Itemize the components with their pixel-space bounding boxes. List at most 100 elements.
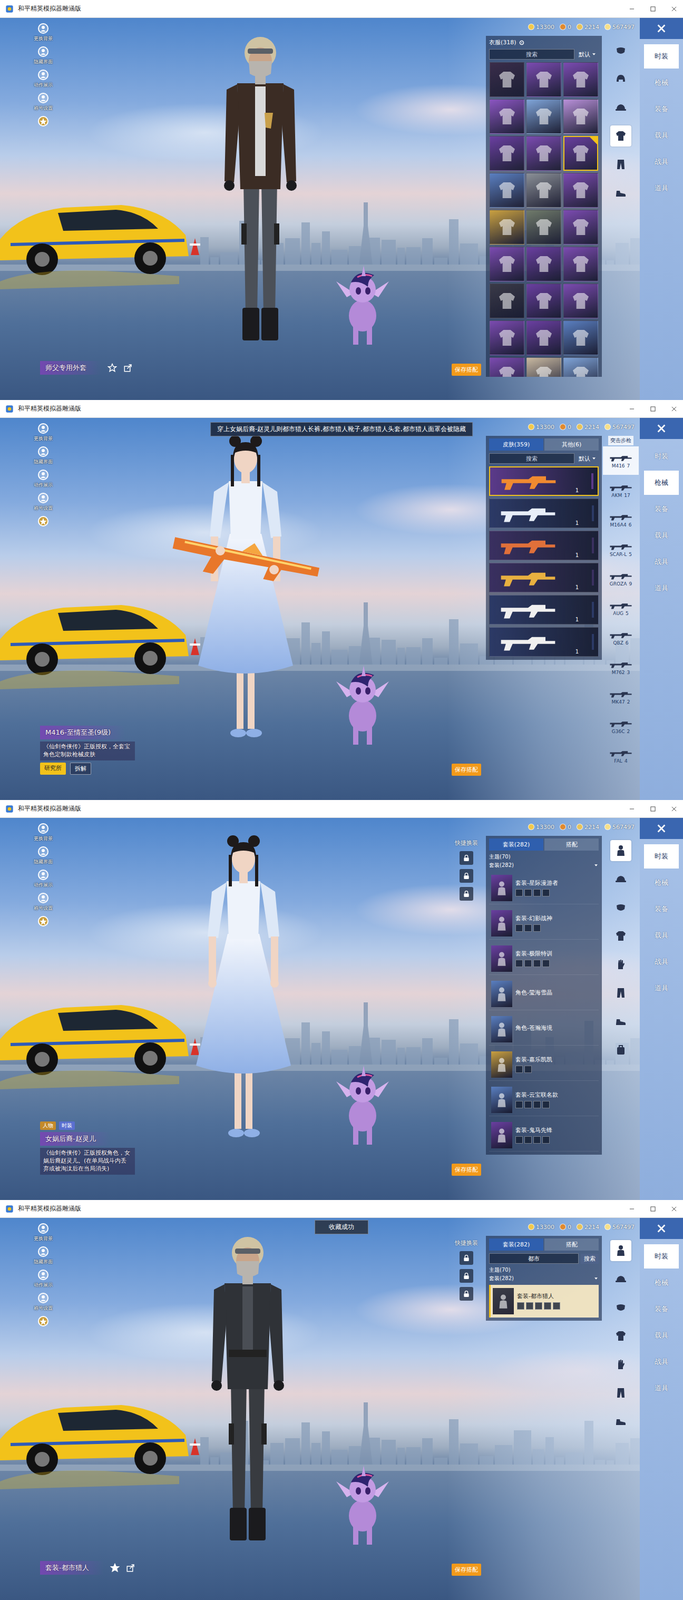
quick-change-slot[interactable] <box>459 851 474 865</box>
main-tab[interactable]: 战具 <box>644 1349 679 1374</box>
maximize-icon[interactable] <box>649 1205 657 1213</box>
list-tab[interactable]: 皮肤(359) <box>489 438 544 451</box>
left-menu-item[interactable]: 称号设置 <box>33 891 53 912</box>
item-tile[interactable] <box>526 62 562 97</box>
left-menu-item[interactable]: 更换背景 <box>33 822 53 843</box>
close-icon[interactable] <box>670 5 678 13</box>
maximize-icon[interactable] <box>649 5 657 13</box>
skin-row[interactable]: 1 <box>489 627 599 657</box>
item-tile[interactable] <box>563 209 599 245</box>
left-menu-item[interactable]: 动作展示 <box>33 468 53 489</box>
main-tab[interactable]: 装备 <box>644 96 679 122</box>
item-tile[interactable] <box>526 246 562 282</box>
left-menu-item[interactable]: 隐藏界面 <box>33 445 53 466</box>
list-tab[interactable]: 其他(6) <box>544 438 599 451</box>
badge-icon[interactable] <box>36 114 50 128</box>
star-icon[interactable] <box>107 363 117 373</box>
minimize-icon[interactable] <box>628 805 636 813</box>
weapon-item[interactable]: FAL4 <box>602 741 639 770</box>
outfit-row[interactable]: 套装-嘉乐凯凯 <box>489 1048 599 1081</box>
category-button[interactable] <box>610 1382 632 1404</box>
item-tile[interactable] <box>489 283 525 319</box>
main-tab[interactable]: 枪械 <box>644 70 679 95</box>
item-tile[interactable] <box>489 246 525 282</box>
weapon-item[interactable]: AKM17 <box>602 475 639 505</box>
outfit-row[interactable]: 套装-都市猎人 <box>489 1284 599 1318</box>
filter-row[interactable]: 主题(70) <box>489 1266 599 1274</box>
item-tile[interactable] <box>563 62 599 97</box>
share-icon[interactable] <box>123 363 133 373</box>
left-menu-item[interactable]: 称号设置 <box>33 91 53 112</box>
outfit-row[interactable]: 角色-苍瀚海境 <box>489 1012 599 1046</box>
skin-row[interactable]: 1 <box>489 594 599 625</box>
main-tab[interactable]: 道具 <box>644 176 679 201</box>
category-button[interactable] <box>610 1240 632 1262</box>
main-tab[interactable]: 枪械 <box>644 470 679 495</box>
left-menu-item[interactable]: 称号设置 <box>33 1291 53 1312</box>
weapon-item[interactable]: M4167 <box>602 446 639 475</box>
outfit-row[interactable]: 套装-鬼马先锋 <box>489 1118 599 1152</box>
main-tab[interactable]: 道具 <box>644 1376 679 1401</box>
category-button[interactable] <box>610 1039 632 1061</box>
left-menu-item[interactable]: 更换背景 <box>33 22 53 43</box>
left-menu-item[interactable]: 动作展示 <box>33 1268 53 1289</box>
save-button[interactable]: 保存搭配 <box>451 363 482 376</box>
item-tile[interactable] <box>489 357 525 377</box>
sort-dropdown[interactable]: 默认 <box>576 50 599 59</box>
weapon-item[interactable]: M16A46 <box>602 505 639 534</box>
main-tab[interactable]: 时装 <box>644 44 679 69</box>
item-tile[interactable] <box>563 246 599 282</box>
weapon-item[interactable]: SCAR-L5 <box>602 534 639 564</box>
category-button[interactable] <box>610 953 632 975</box>
share-icon[interactable] <box>125 1563 136 1573</box>
skin-row[interactable]: 1 <box>489 562 599 593</box>
list-tab[interactable]: 套装(282) <box>489 1238 544 1251</box>
item-tile[interactable] <box>526 135 562 171</box>
outfit-row[interactable]: 角色-莹海雪晶 <box>489 977 599 1011</box>
outfit-row[interactable]: 套装-极限特训 <box>489 942 599 975</box>
minimize-icon[interactable] <box>628 1205 636 1213</box>
list-tab[interactable]: 搭配 <box>544 1238 599 1251</box>
left-menu-item[interactable]: 动作展示 <box>33 868 53 889</box>
list-tab[interactable]: 套装(282) <box>489 838 544 851</box>
main-tab[interactable]: 载具 <box>644 1323 679 1348</box>
close-button[interactable] <box>639 417 683 439</box>
quick-change-slot[interactable] <box>459 869 474 883</box>
weapon-item[interactable]: G36C2 <box>602 711 639 741</box>
save-button[interactable]: 保存搭配 <box>451 763 482 776</box>
item-tile[interactable] <box>489 135 525 171</box>
main-tab[interactable]: 战具 <box>644 949 679 974</box>
weapon-category[interactable]: 突击步枪 <box>608 435 634 446</box>
maximize-icon[interactable] <box>649 805 657 813</box>
weapon-item[interactable]: AUG5 <box>602 593 639 623</box>
main-tab[interactable]: 战具 <box>644 549 679 574</box>
settings-icon[interactable] <box>518 39 525 46</box>
quick-change-slot[interactable] <box>459 1269 474 1283</box>
main-tab[interactable]: 时装 <box>644 444 679 469</box>
category-button[interactable] <box>610 1268 632 1290</box>
left-menu-item[interactable]: 更换背景 <box>33 422 53 443</box>
skin-row[interactable]: 1 <box>489 498 599 529</box>
badge-icon[interactable] <box>36 1314 50 1328</box>
left-menu-item[interactable]: 动作展示 <box>33 68 53 89</box>
main-tab[interactable]: 时装 <box>644 844 679 869</box>
action-button[interactable]: 拆解 <box>70 762 92 775</box>
search-field[interactable] <box>489 49 575 60</box>
main-tab[interactable]: 道具 <box>644 576 679 601</box>
category-button[interactable] <box>610 925 632 947</box>
minimize-icon[interactable] <box>628 5 636 13</box>
category-button[interactable] <box>610 96 632 119</box>
item-tile[interactable] <box>563 172 599 208</box>
main-tab[interactable]: 载具 <box>644 923 679 948</box>
main-tab[interactable]: 战具 <box>644 149 679 174</box>
item-tile[interactable] <box>489 209 525 245</box>
category-button[interactable] <box>610 1010 632 1032</box>
item-tile[interactable] <box>563 320 599 356</box>
item-tile[interactable] <box>526 99 562 134</box>
left-menu-item[interactable]: 称号设置 <box>33 491 53 512</box>
sort-dropdown[interactable]: 默认 <box>576 454 599 463</box>
search-field[interactable] <box>489 1253 579 1264</box>
item-tile[interactable] <box>526 357 562 377</box>
close-icon[interactable] <box>670 805 678 813</box>
filter-row[interactable]: 套装(282) <box>489 1274 599 1283</box>
